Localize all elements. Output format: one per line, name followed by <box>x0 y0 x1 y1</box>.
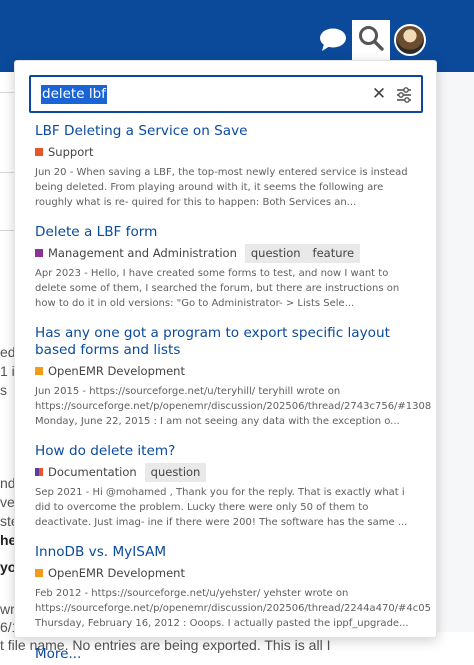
search-result[interactable]: LBF Deleting a Service on Save Support J… <box>35 123 420 210</box>
result-meta: OpenEMR Development <box>35 563 420 583</box>
result-title[interactable]: Delete a LBF form <box>35 224 420 241</box>
filter-options-icon[interactable] <box>395 86 413 104</box>
result-tag[interactable]: question <box>244 243 307 263</box>
chat-bubble-icon[interactable] <box>318 27 348 53</box>
result-title[interactable]: How do delete item? <box>35 443 420 460</box>
result-tag[interactable]: feature <box>306 243 361 263</box>
result-blurb: Jun 20 - When saving a LBF, the top-most… <box>35 167 408 208</box>
category-color-swatch <box>35 249 43 257</box>
background-page-edge <box>437 72 474 632</box>
result-meta: OpenEMR Development <box>35 361 420 381</box>
search-result[interactable]: Has any one got a program to export spec… <box>35 325 432 429</box>
result-meta: Documentation question <box>35 462 420 482</box>
result-category[interactable]: Support <box>48 145 93 159</box>
category-color-swatch <box>35 367 43 375</box>
result-category[interactable]: Management and Administration <box>48 246 237 260</box>
search-result[interactable]: How do delete item? Documentation questi… <box>35 443 420 530</box>
search-result[interactable]: InnoDB vs. MyISAM OpenEMR Development Fe… <box>35 544 432 631</box>
search-icon <box>358 25 384 56</box>
search-results-list: LBF Deleting a Service on Save Support J… <box>35 123 432 663</box>
search-input[interactable]: delete lbf ✕ <box>29 75 423 113</box>
search-button[interactable] <box>352 20 390 60</box>
search-query-text[interactable]: delete lbf <box>41 84 107 104</box>
result-category[interactable]: Documentation <box>48 465 137 479</box>
result-title[interactable]: LBF Deleting a Service on Save <box>35 123 420 140</box>
result-blurb: Sep 2021 - Hi @mohamed , Thank you for t… <box>35 487 408 528</box>
category-color-swatch <box>35 148 43 156</box>
category-color-swatch <box>35 468 43 476</box>
more-results-link[interactable]: More... <box>35 646 81 662</box>
result-blurb: Apr 2023 - Hello, I have created some fo… <box>35 268 400 309</box>
close-icon[interactable]: ✕ <box>371 84 387 103</box>
result-meta: Management and Administration question f… <box>35 243 420 263</box>
result-title[interactable]: Has any one got a program to export spec… <box>35 325 420 359</box>
result-blurb: Jun 2015 - https://sourceforge.net/u/ter… <box>35 386 432 427</box>
background-text: ve <box>0 493 15 511</box>
result-title[interactable]: InnoDB vs. MyISAM <box>35 544 420 561</box>
background-divider <box>0 230 14 231</box>
result-tag[interactable]: question <box>144 462 207 482</box>
user-avatar[interactable] <box>394 24 426 56</box>
result-blurb: Feb 2012 - https://sourceforge.net/u/yeh… <box>35 588 432 629</box>
result-meta: Support <box>35 142 420 162</box>
background-divider <box>0 172 14 173</box>
result-category[interactable]: OpenEMR Development <box>48 566 185 580</box>
background-text: s <box>0 381 7 399</box>
search-dropdown-panel: delete lbf ✕ LBF Deleting a Service on S… <box>14 60 437 662</box>
result-category[interactable]: OpenEMR Development <box>48 364 185 378</box>
background-divider <box>0 92 14 93</box>
category-color-swatch <box>35 569 43 577</box>
search-result[interactable]: Delete a LBF form Management and Adminis… <box>35 224 420 311</box>
